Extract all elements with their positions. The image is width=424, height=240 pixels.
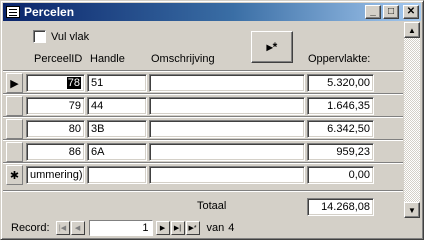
fill-checkbox-row[interactable]: Vul vlak: [33, 30, 89, 43]
record-selector[interactable]: [6, 119, 23, 139]
form-body: Vul vlak ▸* PerceelID Handle Omschrijvin…: [3, 22, 403, 218]
oppervlakte-field[interactable]: 959,23: [307, 143, 374, 161]
oppervlakte-field[interactable]: 6.342,50: [307, 120, 374, 138]
oppervlakte-field[interactable]: 5.320,00: [307, 74, 374, 92]
header-perceel-id: PerceelID: [34, 53, 83, 65]
record-count: 4: [228, 222, 235, 234]
new-record-nav-icon[interactable]: ▶*: [185, 221, 200, 235]
scroll-up-icon[interactable]: ▲: [404, 22, 420, 38]
vertical-scrollbar[interactable]: ▲ ▼: [404, 22, 420, 218]
next-record-icon[interactable]: ▶: [155, 221, 170, 235]
oppervlakte-field[interactable]: 0,00: [307, 166, 374, 184]
table-row[interactable]: 86 6A 959,23: [3, 141, 403, 164]
access-form-window: Percelen _ □ ✕ Vul vlak ▸* PerceelID Han…: [0, 0, 424, 240]
new-record-row[interactable]: ✱ ummering) 0,00: [3, 164, 403, 187]
omschrijving-field[interactable]: [149, 143, 305, 161]
form-icon: [6, 6, 20, 18]
maximize-button[interactable]: □: [383, 5, 399, 19]
table-row[interactable]: ▶ 78 51 5.320,00: [3, 72, 403, 95]
of-label: van: [206, 222, 225, 234]
vul-vlak-checkbox[interactable]: [33, 30, 46, 43]
oppervlakte-field[interactable]: 1.646,35: [307, 97, 374, 115]
close-button[interactable]: ✕: [403, 5, 419, 19]
handle-field[interactable]: 44: [87, 97, 147, 115]
footer-separator: [3, 190, 403, 192]
table-row[interactable]: 79 44 1.646,35: [3, 95, 403, 118]
new-record-button[interactable]: ▸*: [251, 31, 293, 63]
omschrijving-field[interactable]: [149, 97, 305, 115]
vul-vlak-label: Vul vlak: [51, 30, 90, 43]
total-label: Totaal: [197, 200, 227, 212]
scroll-track[interactable]: [404, 38, 420, 202]
perceel-id-value: 78: [66, 77, 81, 89]
handle-field[interactable]: 51: [87, 74, 147, 92]
horizontal-scroll-area[interactable]: [245, 220, 404, 236]
record-selector[interactable]: [6, 142, 23, 162]
record-selector[interactable]: ▶: [6, 73, 23, 93]
handle-field[interactable]: [87, 166, 147, 184]
title-bar[interactable]: Percelen _ □ ✕: [3, 3, 421, 21]
scroll-down-icon[interactable]: ▼: [404, 202, 420, 218]
perceel-id-field[interactable]: 80: [26, 120, 85, 138]
omschrijving-field[interactable]: [149, 166, 305, 184]
record-label: Record:: [11, 222, 50, 234]
current-record-input[interactable]: 1: [88, 220, 153, 236]
handle-field[interactable]: 6A: [87, 143, 147, 161]
handle-field[interactable]: 3B: [87, 120, 147, 138]
minimize-button[interactable]: _: [365, 5, 381, 19]
header-handle: Handle: [90, 53, 125, 65]
header-omschrijving: Omschrijving: [151, 53, 215, 65]
perceel-id-field[interactable]: ummering): [26, 166, 85, 184]
omschrijving-field[interactable]: [149, 120, 305, 138]
last-record-icon[interactable]: ▶|: [170, 221, 185, 235]
new-record-selector[interactable]: ✱: [6, 165, 23, 185]
header-oppervlakte: Oppervlakte:: [308, 53, 371, 65]
window-title: Percelen: [24, 5, 75, 19]
omschrijving-field[interactable]: [149, 74, 305, 92]
table-row[interactable]: 80 3B 6.342,50: [3, 118, 403, 141]
previous-record-icon[interactable]: ◀: [70, 221, 85, 235]
perceel-id-field[interactable]: 78: [26, 74, 85, 92]
perceel-id-field[interactable]: 79: [26, 97, 85, 115]
first-record-icon[interactable]: |◀: [55, 221, 70, 235]
perceel-id-field[interactable]: 86: [26, 143, 85, 161]
record-selector[interactable]: [6, 96, 23, 116]
total-value-field[interactable]: 14.268,08: [307, 198, 374, 216]
